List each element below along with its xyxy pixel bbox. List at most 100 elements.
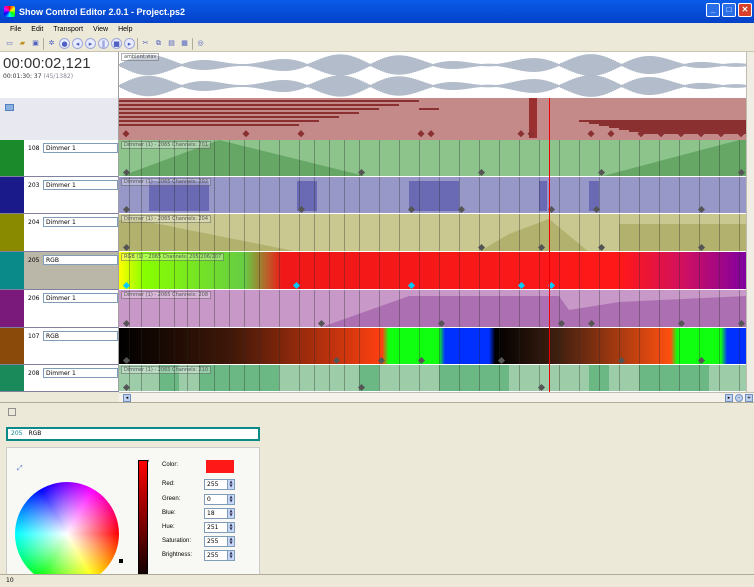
grid-line [229, 328, 230, 364]
grid-line [214, 328, 215, 364]
track-name-field[interactable]: Dimmer 1 [43, 180, 118, 190]
info-icon[interactable]: ◎ [195, 38, 206, 49]
pause-icon[interactable]: ‖ [98, 38, 109, 49]
menu-edit[interactable]: Edit [31, 26, 43, 33]
scroll-left-button[interactable]: ◂ [123, 394, 131, 402]
zoom-out-icon[interactable]: - [735, 394, 743, 402]
color-prop-spinner[interactable]: 0 ▲ ▼ [204, 494, 235, 505]
grid-line [141, 140, 142, 176]
menu-help[interactable]: Help [118, 26, 132, 33]
track-lane[interactable]: RGB (1) - 2065 Channels: 205/206/207 [119, 252, 746, 290]
playhead[interactable] [549, 98, 550, 392]
track-number: 206 [28, 295, 40, 302]
track-lane[interactable]: Dimmer (1) - 2065 Channels: 208 [119, 290, 746, 328]
keyframe-marker[interactable] [407, 281, 416, 289]
color-prop-spinner[interactable]: 255 ▲ ▼ [204, 536, 235, 547]
track-lane[interactable] [119, 328, 746, 365]
open-icon[interactable]: ▰ [17, 38, 28, 49]
grid-line [159, 328, 160, 364]
maximize-button[interactable]: □ [722, 3, 736, 17]
save-icon[interactable]: ▣ [30, 38, 41, 49]
grid-line [174, 290, 175, 327]
brightness-marker-icon[interactable]: ◂ [146, 458, 149, 464]
spinner-arrows-icon[interactable]: ▲ ▼ [227, 495, 234, 504]
track-lane[interactable]: Dimmer (1) - 2065 Channels: 204 [119, 214, 746, 252]
color-prop-spinner[interactable]: 255 ▲ ▼ [204, 479, 235, 490]
grid-line [419, 290, 420, 327]
track-name-field[interactable]: Dimmer 1 [43, 143, 118, 153]
track-name-field[interactable]: Dimmer 1 [43, 217, 118, 227]
scroll-right-button[interactable]: ▸ [725, 394, 733, 402]
menu-transport[interactable]: Transport [53, 26, 83, 33]
new-icon[interactable]: ▭ [4, 38, 15, 49]
copy-icon[interactable]: ⧉ [153, 38, 164, 49]
track-lane[interactable]: Dimmer (1) - 2065 Channels: 210 [119, 365, 746, 392]
grid-icon[interactable]: ▦ [179, 38, 190, 49]
track-name-field[interactable]: Dimmer 1 [43, 293, 118, 303]
color-prop-spinner[interactable]: 251 ▲ ▼ [204, 522, 235, 533]
track-header[interactable]: 204 Dimmer 1 [0, 214, 119, 252]
cue-bars [119, 98, 746, 138]
track-header[interactable]: 208 Dimmer 1 [0, 365, 119, 392]
grid-line [159, 365, 160, 391]
rewind-icon[interactable]: ◂ [72, 38, 83, 49]
track-lane[interactable]: Dimmer (1) - 2065 Channels: 202 [119, 177, 746, 214]
keyframe-marker[interactable] [332, 356, 341, 364]
grid-line [279, 365, 280, 391]
selected-track-name[interactable]: 205 RGB [6, 427, 260, 441]
track-header[interactable]: 107 RGB [0, 328, 119, 365]
spinner-arrows-icon[interactable]: ▲ ▼ [227, 537, 234, 546]
track-header[interactable]: 203 Dimmer 1 [0, 177, 119, 214]
color-prop-spinner[interactable]: 255 ▲ ▼ [204, 550, 235, 561]
grid-line [359, 252, 360, 289]
track-lane[interactable]: Dimmer (1) - 2065 Channels: 201 [119, 140, 746, 177]
grid-line [579, 365, 580, 391]
horizontal-scrollbar[interactable]: ◂ ▸ - + [119, 392, 754, 402]
color-wheel-handle[interactable] [119, 559, 123, 563]
cut-icon[interactable]: ✂ [140, 38, 151, 49]
settings-icon[interactable]: ✲ [46, 38, 57, 49]
track-name-field[interactable]: RGB [43, 331, 118, 341]
stop-icon[interactable]: ■ [111, 38, 122, 49]
audio-label: ambient.wav [121, 53, 160, 61]
vertical-scrollbar[interactable] [746, 52, 754, 392]
minimize-button[interactable]: _ [706, 3, 720, 17]
track-header[interactable]: 108 Dimmer 1 [0, 140, 119, 177]
track-header[interactable]: 206 Dimmer 1 [0, 290, 119, 328]
grid-line [379, 365, 380, 391]
grid-line [579, 214, 580, 251]
zoom-in-icon[interactable]: + [745, 394, 753, 402]
spinner-arrows-icon[interactable]: ▲ ▼ [227, 480, 234, 489]
forward-icon[interactable]: ▸ [124, 38, 135, 49]
spinner-arrows-icon[interactable]: ▲ ▼ [227, 551, 234, 560]
menu-view[interactable]: View [93, 26, 108, 33]
grid-line [659, 328, 660, 364]
track-name-field[interactable]: RGB [43, 255, 118, 265]
grid-line [439, 140, 440, 176]
grid-line [314, 365, 315, 391]
play-icon[interactable]: ▸ [85, 38, 96, 49]
audio-track[interactable]: ambient.wav [119, 52, 746, 98]
spinner-arrows-icon[interactable]: ▲ ▼ [227, 523, 234, 532]
close-button[interactable]: ✕ [738, 3, 752, 17]
grid-line [659, 177, 660, 213]
toolbar-separator [43, 37, 44, 50]
track-name-field[interactable]: Dimmer 1 [43, 368, 118, 378]
cue-track[interactable] [119, 98, 746, 140]
grid-line [619, 365, 620, 391]
grid-line [229, 140, 230, 176]
grid-line [559, 252, 560, 289]
expand-icon[interactable]: ⤢ [17, 464, 27, 472]
grid-line [719, 252, 720, 289]
brightness-slider[interactable] [138, 460, 148, 583]
track-header[interactable]: 205 RGB [0, 252, 119, 290]
spinner-arrows-icon[interactable]: ▲ ▼ [227, 509, 234, 518]
grid-line [399, 252, 400, 289]
paste-icon[interactable]: ▤ [166, 38, 177, 49]
color-wheel[interactable] [15, 482, 119, 586]
menu-file[interactable]: File [10, 26, 21, 33]
color-prop-spinner[interactable]: 18 ▲ ▼ [204, 508, 235, 519]
color-swatch[interactable] [206, 460, 234, 473]
record-icon[interactable]: ● [59, 38, 70, 49]
grid-line [214, 214, 215, 251]
